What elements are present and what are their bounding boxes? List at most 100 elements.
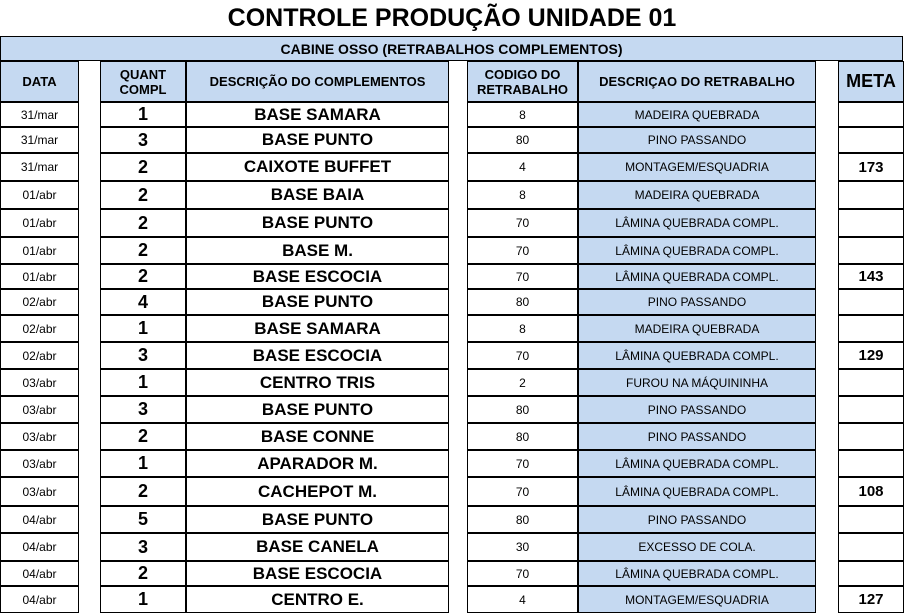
cell-code[interactable]: 70 <box>467 342 578 369</box>
cell-code[interactable]: 4 <box>467 153 578 181</box>
cell-meta[interactable] <box>838 102 904 127</box>
cell-qty[interactable]: 4 <box>100 289 186 315</box>
cell-qty[interactable]: 2 <box>100 423 186 450</box>
cell-date[interactable]: 03/abr <box>0 423 79 450</box>
cell-qty[interactable]: 2 <box>100 561 186 586</box>
cell-code[interactable]: 70 <box>467 209 578 237</box>
cell-date[interactable]: 02/abr <box>0 289 79 315</box>
cell-qty[interactable]: 5 <box>100 506 186 533</box>
cell-code[interactable]: 8 <box>467 181 578 209</box>
cell-rework[interactable]: PINO PASSANDO <box>578 423 816 450</box>
cell-rework[interactable]: MADEIRA QUEBRADA <box>578 102 816 127</box>
cell-meta[interactable] <box>838 533 904 561</box>
cell-date[interactable]: 31/mar <box>0 102 79 127</box>
cell-meta[interactable] <box>838 289 904 315</box>
cell-desc[interactable]: CACHEPOT M. <box>186 477 449 506</box>
cell-desc[interactable]: BASE BAIA <box>186 181 449 209</box>
cell-meta[interactable] <box>838 209 904 237</box>
cell-qty[interactable]: 2 <box>100 209 186 237</box>
cell-date[interactable]: 03/abr <box>0 369 79 396</box>
cell-qty[interactable]: 3 <box>100 533 186 561</box>
cell-code[interactable]: 70 <box>467 450 578 477</box>
cell-rework[interactable]: FUROU NA MÁQUININHA <box>578 369 816 396</box>
cell-code[interactable]: 70 <box>467 237 578 264</box>
cell-desc[interactable]: BASE ESCOCIA <box>186 561 449 586</box>
cell-rework[interactable]: LÂMINA QUEBRADA COMPL. <box>578 342 816 369</box>
cell-rework[interactable]: LÂMINA QUEBRADA COMPL. <box>578 209 816 237</box>
cell-qty[interactable]: 2 <box>100 153 186 181</box>
cell-qty[interactable]: 1 <box>100 102 186 127</box>
cell-date[interactable]: 31/mar <box>0 127 79 153</box>
cell-rework[interactable]: LÂMINA QUEBRADA COMPL. <box>578 237 816 264</box>
cell-date[interactable]: 03/abr <box>0 396 79 423</box>
cell-desc[interactable]: BASE PUNTO <box>186 127 449 153</box>
cell-meta[interactable]: 173 <box>838 153 904 181</box>
cell-code[interactable]: 70 <box>467 561 578 586</box>
cell-desc[interactable]: BASE CONNE <box>186 423 449 450</box>
cell-date[interactable]: 31/mar <box>0 153 79 181</box>
cell-code[interactable]: 8 <box>467 102 578 127</box>
cell-date[interactable]: 04/abr <box>0 506 79 533</box>
cell-desc[interactable]: BASE SAMARA <box>186 102 449 127</box>
cell-qty[interactable]: 1 <box>100 450 186 477</box>
cell-date[interactable]: 01/abr <box>0 181 79 209</box>
cell-desc[interactable]: BASE ESCOCIA <box>186 264 449 289</box>
cell-rework[interactable]: MADEIRA QUEBRADA <box>578 181 816 209</box>
cell-code[interactable]: 30 <box>467 533 578 561</box>
cell-code[interactable]: 80 <box>467 127 578 153</box>
cell-meta[interactable] <box>838 561 904 586</box>
cell-date[interactable]: 01/abr <box>0 237 79 264</box>
cell-qty[interactable]: 3 <box>100 396 186 423</box>
cell-code[interactable]: 4 <box>467 586 578 613</box>
cell-meta[interactable] <box>838 181 904 209</box>
cell-desc[interactable]: BASE SAMARA <box>186 315 449 342</box>
cell-rework[interactable]: LÂMINA QUEBRADA COMPL. <box>578 450 816 477</box>
cell-qty[interactable]: 1 <box>100 315 186 342</box>
cell-qty[interactable]: 1 <box>100 369 186 396</box>
cell-desc[interactable]: CENTRO TRIS <box>186 369 449 396</box>
cell-date[interactable]: 04/abr <box>0 561 79 586</box>
cell-meta[interactable]: 127 <box>838 586 904 613</box>
cell-qty[interactable]: 2 <box>100 477 186 506</box>
cell-desc[interactable]: BASE PUNTO <box>186 396 449 423</box>
cell-rework[interactable]: MONTAGEM/ESQUADRIA <box>578 586 816 613</box>
cell-qty[interactable]: 2 <box>100 264 186 289</box>
cell-desc[interactable]: CAIXOTE BUFFET <box>186 153 449 181</box>
cell-rework[interactable]: EXCESSO DE COLA. <box>578 533 816 561</box>
cell-rework[interactable]: PINO PASSANDO <box>578 289 816 315</box>
cell-rework[interactable]: LÂMINA QUEBRADA COMPL. <box>578 561 816 586</box>
cell-code[interactable]: 70 <box>467 264 578 289</box>
cell-meta[interactable] <box>838 423 904 450</box>
cell-qty[interactable]: 3 <box>100 127 186 153</box>
cell-meta[interactable] <box>838 506 904 533</box>
cell-desc[interactable]: BASE PUNTO <box>186 289 449 315</box>
cell-code[interactable]: 80 <box>467 506 578 533</box>
cell-meta[interactable] <box>838 396 904 423</box>
cell-meta[interactable] <box>838 127 904 153</box>
cell-meta[interactable] <box>838 450 904 477</box>
cell-code[interactable]: 80 <box>467 423 578 450</box>
cell-meta[interactable]: 129 <box>838 342 904 369</box>
cell-rework[interactable]: PINO PASSANDO <box>578 506 816 533</box>
cell-meta[interactable] <box>838 237 904 264</box>
cell-qty[interactable]: 2 <box>100 237 186 264</box>
cell-code[interactable]: 8 <box>467 315 578 342</box>
cell-desc[interactable]: BASE PUNTO <box>186 506 449 533</box>
cell-rework[interactable]: MADEIRA QUEBRADA <box>578 315 816 342</box>
cell-qty[interactable]: 1 <box>100 586 186 613</box>
cell-qty[interactable]: 2 <box>100 181 186 209</box>
cell-rework[interactable]: LÂMINA QUEBRADA COMPL. <box>578 477 816 506</box>
cell-desc[interactable]: BASE PUNTO <box>186 209 449 237</box>
cell-date[interactable]: 04/abr <box>0 533 79 561</box>
cell-code[interactable]: 70 <box>467 477 578 506</box>
cell-desc[interactable]: APARADOR M. <box>186 450 449 477</box>
cell-meta[interactable]: 108 <box>838 477 904 506</box>
cell-desc[interactable]: CENTRO E. <box>186 586 449 613</box>
cell-desc[interactable]: BASE M. <box>186 237 449 264</box>
cell-desc[interactable]: BASE ESCOCIA <box>186 342 449 369</box>
cell-rework[interactable]: LÂMINA QUEBRADA COMPL. <box>578 264 816 289</box>
cell-date[interactable]: 03/abr <box>0 477 79 506</box>
cell-meta[interactable] <box>838 315 904 342</box>
cell-date[interactable]: 03/abr <box>0 450 79 477</box>
cell-meta[interactable]: 143 <box>838 264 904 289</box>
